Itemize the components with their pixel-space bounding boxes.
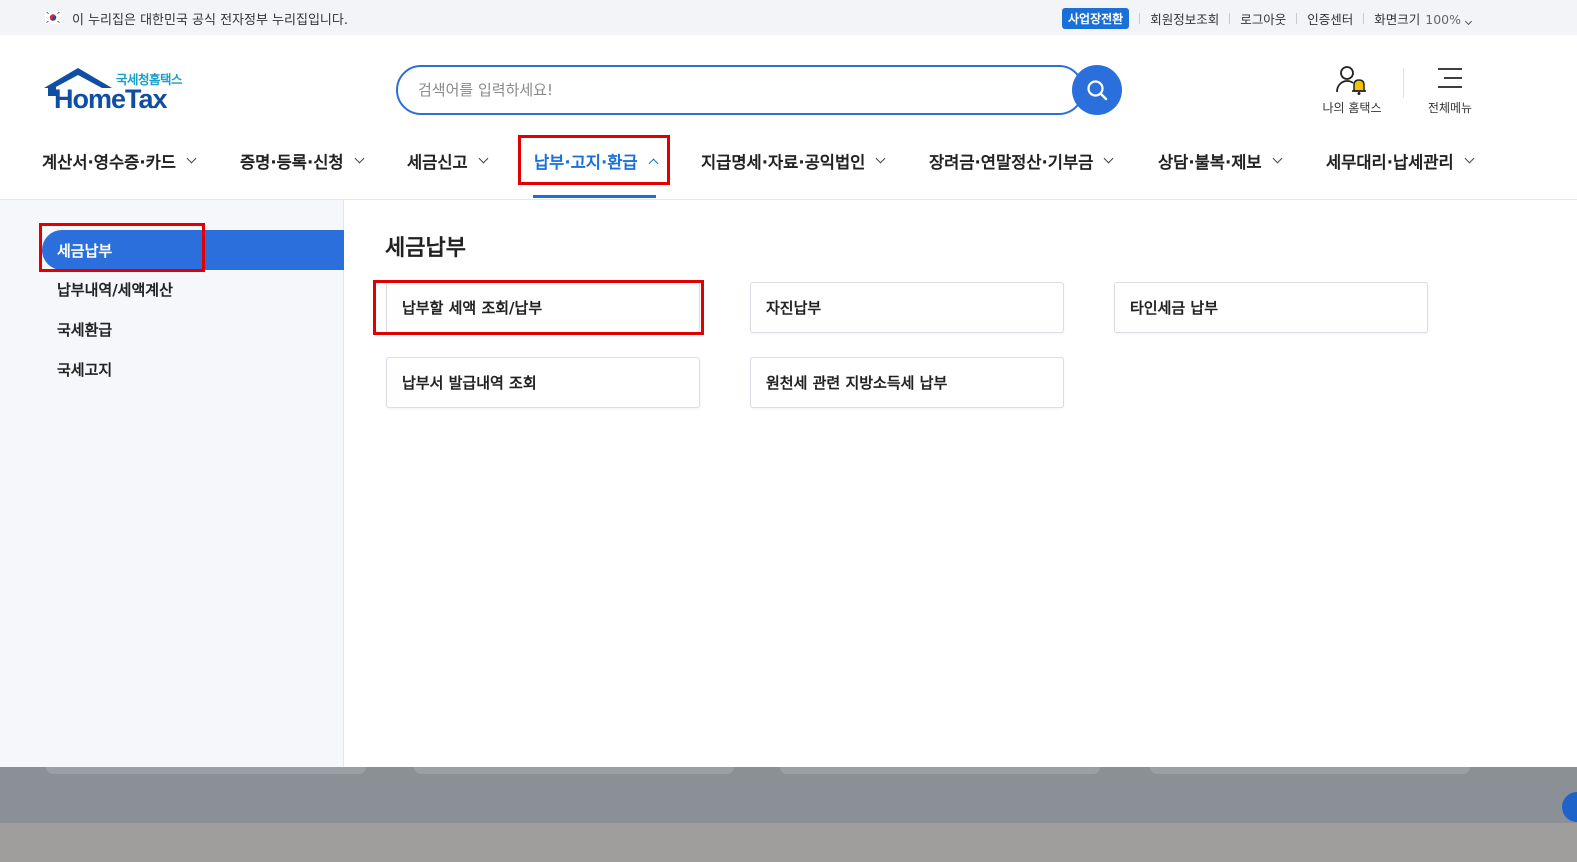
korea-flag-icon <box>45 11 61 24</box>
gnb-item-invoice[interactable]: 계산서·영수증·카드 <box>42 149 197 173</box>
gnb-item-tax-return[interactable]: 세금신고 <box>407 149 489 173</box>
gnb-item-label: 장려금·연말정산·기부금 <box>929 153 1094 172</box>
logo-title: HomeTax <box>54 84 168 114</box>
chevron-down-icon <box>1464 153 1475 164</box>
chevron-down-icon <box>354 153 365 164</box>
gnb-item-label: 세금신고 <box>407 153 468 172</box>
menu-card-payable-tax[interactable]: 납부할 세액 조회/납부 <box>386 282 700 333</box>
mega-menu-panel: 세금납부 납부내역/세액계산 국세환급 국세고지 세금납부 납부할 세액 조회/… <box>0 200 1577 767</box>
utility-menu: 사업장전환 회원정보조회 로그아웃 인증센터 화면크기 100% <box>1061 8 1473 29</box>
zoom-value: 100% <box>1425 12 1461 27</box>
sub-nav-item-tax-payment[interactable]: 세금납부 <box>42 230 344 270</box>
gnb-item-payment[interactable]: 납부·고지·환급 <box>534 149 659 173</box>
gnb-item-label: 계산서·영수증·카드 <box>42 153 176 172</box>
gnb-item-label: 상담·불복·제보 <box>1158 153 1262 172</box>
background-card <box>46 767 366 774</box>
cert-center-link[interactable]: 인증센터 <box>1307 9 1353 28</box>
sub-nav-item-refund[interactable]: 국세환급 <box>57 319 112 340</box>
member-info-link[interactable]: 회원정보조회 <box>1150 9 1219 28</box>
chevron-down-icon <box>1464 17 1473 26</box>
gnb-item-label: 세무대리·납세관리 <box>1326 153 1454 172</box>
chevron-down-icon <box>875 153 886 164</box>
menu-card-self-payment[interactable]: 자진납부 <box>750 282 1064 333</box>
divider <box>1363 13 1365 24</box>
chevron-up-icon <box>648 158 659 168</box>
logout-link[interactable]: 로그아웃 <box>1240 9 1286 28</box>
divider <box>1229 13 1231 24</box>
search-button[interactable] <box>1072 65 1122 115</box>
gnb-item-agent[interactable]: 세무대리·납세관리 <box>1326 149 1475 173</box>
gnb-item-incentive[interactable]: 장려금·연말정산·기부금 <box>929 149 1114 173</box>
sub-nav: 세금납부 납부내역/세액계산 국세환급 국세고지 <box>0 200 344 767</box>
chevron-down-icon <box>1103 153 1114 164</box>
gnb-item-label: 납부·고지·환급 <box>534 153 638 172</box>
background-card <box>414 767 734 774</box>
menu-card-local-income-tax[interactable]: 원천세 관련 지방소득세 납부 <box>750 357 1064 408</box>
background-card <box>1150 767 1470 774</box>
screen-size-dropdown[interactable]: 화면크기 100% <box>1374 9 1473 28</box>
gnb-item-consult[interactable]: 상담·불복·제보 <box>1158 149 1283 173</box>
gnb-item-statement[interactable]: 지급명세·자료·공익법인 <box>701 149 886 173</box>
user-bell-icon <box>1336 66 1366 95</box>
chevron-down-icon <box>478 153 489 164</box>
all-menu-label: 전체메뉴 <box>1427 101 1473 115</box>
screen-size-label: 화면크기 <box>1374 12 1421 27</box>
section-title: 세금납부 <box>385 236 466 261</box>
gnb-item-label: 지급명세·자료·공익법인 <box>701 153 866 172</box>
sub-nav-item-notice[interactable]: 국세고지 <box>57 359 112 380</box>
gov-banner-text: 이 누리집은 대한민국 공식 전자정부 누리집입니다. <box>72 13 348 28</box>
global-nav: 계산서·영수증·카드 증명·등록·신청 세금신고 납부·고지·환급 지급명세·자… <box>0 135 1577 200</box>
all-menu-button[interactable]: 전체메뉴 <box>1418 62 1482 118</box>
switch-business-button[interactable]: 사업장전환 <box>1061 8 1130 29</box>
chevron-down-icon <box>186 153 197 164</box>
background-card <box>780 767 1100 774</box>
divider <box>1403 68 1404 98</box>
menu-card-third-party-payment[interactable]: 타인세금 납부 <box>1114 282 1428 333</box>
search-icon <box>1087 80 1108 101</box>
gov-banner: 이 누리집은 대한민국 공식 전자정부 누리집입니다. 사업장전환 회원정보조회… <box>0 0 1577 35</box>
menu-card-bill-history[interactable]: 납부서 발급내역 조회 <box>386 357 700 408</box>
my-hometax-button[interactable]: 나의 홈택스 <box>1312 62 1392 118</box>
dim-overlay-lower <box>0 823 1577 862</box>
hometax-logo[interactable]: 국세청홈택스 HomeTax <box>42 66 197 116</box>
gnb-item-certificate[interactable]: 증명·등록·신청 <box>240 149 365 173</box>
divider <box>1139 13 1141 24</box>
sub-nav-item-label: 세금납부 <box>57 242 113 260</box>
chevron-down-icon <box>1272 153 1283 164</box>
divider <box>1296 13 1298 24</box>
active-tab-indicator <box>533 195 656 198</box>
search-box <box>396 65 1084 115</box>
my-hometax-label: 나의 홈택스 <box>1322 101 1382 115</box>
hamburger-menu-icon <box>1438 68 1462 88</box>
gnb-item-label: 증명·등록·신청 <box>240 153 344 172</box>
search-input[interactable] <box>418 78 1018 102</box>
sub-nav-item-payment-history[interactable]: 납부내역/세액계산 <box>57 279 173 300</box>
